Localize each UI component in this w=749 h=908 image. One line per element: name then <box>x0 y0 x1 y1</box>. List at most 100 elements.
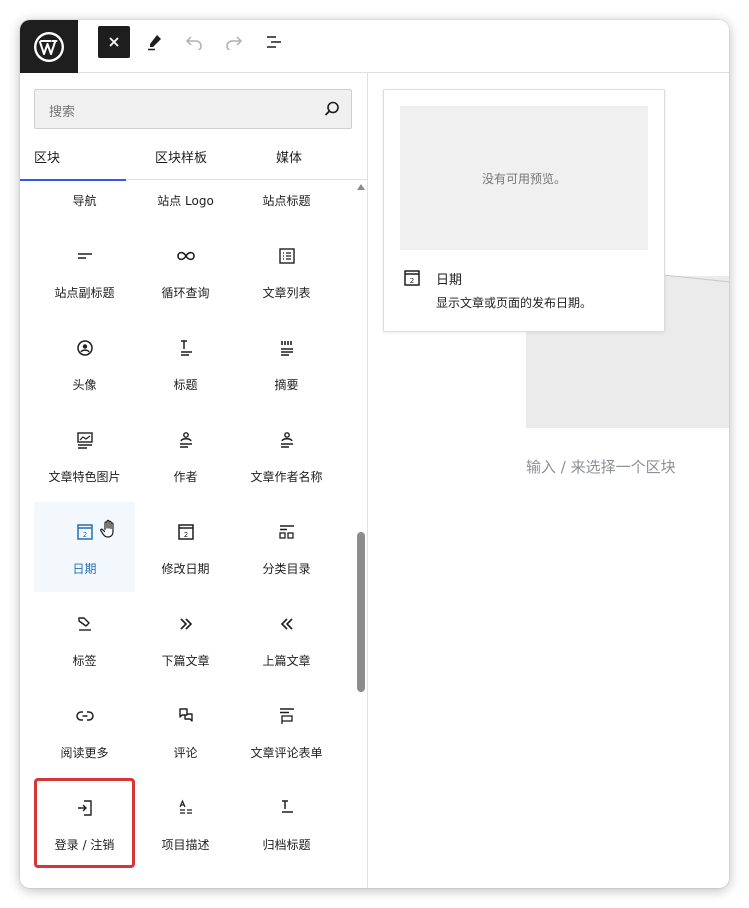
block-item-categories[interactable]: 分类目录 <box>236 502 337 592</box>
svg-text:2: 2 <box>183 531 187 539</box>
tab-patterns[interactable]: 区块样板 <box>126 138 236 180</box>
next-icon <box>174 612 198 636</box>
loop-icon <box>174 244 198 268</box>
block-label: 循环查询 <box>161 286 210 300</box>
block-item-query-loop[interactable]: 循环查询 <box>135 226 236 316</box>
block-label: 归档标题 <box>262 838 311 852</box>
block-label: 文章特色图片 <box>48 470 121 484</box>
svg-text:2: 2 <box>410 277 414 285</box>
block-item-date[interactable]: 2 日期 <box>34 502 135 592</box>
block-label: 上篇文章 <box>262 654 311 668</box>
block-item-navigation[interactable]: 导航 <box>34 180 135 224</box>
hand-cursor-icon <box>98 518 120 544</box>
block-list-scrollbar[interactable] <box>356 180 366 888</box>
block-label: 摘要 <box>274 378 299 392</box>
block-label: 导航 <box>72 194 97 208</box>
search-placeholder: 搜索 <box>49 105 76 120</box>
categories-icon <box>275 520 299 544</box>
block-item-read-more[interactable]: 阅读更多 <box>34 686 135 776</box>
block-inserter-panel: 搜索 区块 区块样板 媒体 导航 站点 Logo 站点标题 站点副标题 循环查询… <box>20 73 368 888</box>
block-list: 导航 站点 Logo 站点标题 站点副标题 循环查询 文章列表 头像 标题 摘要… <box>20 180 356 888</box>
block-item-login-logout[interactable]: 登录 / 注销 <box>34 778 135 868</box>
search-icon <box>323 100 341 122</box>
login-icon <box>73 796 97 820</box>
block-item-site-tagline[interactable]: 站点副标题 <box>34 226 135 316</box>
svg-text:2: 2 <box>82 531 86 539</box>
site-tagline-icon <box>73 244 97 268</box>
close-inserter-button[interactable] <box>98 26 130 58</box>
block-item-tags[interactable]: 标签 <box>34 594 135 684</box>
block-item-featured-image[interactable]: 文章特色图片 <box>34 410 135 500</box>
block-item-site-title[interactable]: 站点标题 <box>236 180 337 224</box>
editor-window: 搜索 区块 区块样板 媒体 导航 站点 Logo 站点标题 站点副标题 循环查询… <box>20 20 729 888</box>
preview-area: 没有可用预览。 <box>400 106 648 250</box>
preview-description: 显示文章或页面的发布日期。 <box>436 296 593 310</box>
block-item-archive-title[interactable]: 归档标题 <box>236 778 337 868</box>
block-label: 登录 / 注销 <box>54 838 115 852</box>
calendar-icon: 2 <box>402 268 422 292</box>
block-item-post-title[interactable]: 标题 <box>135 318 236 408</box>
block-item-author-name[interactable]: 文章作者名称 <box>236 410 337 500</box>
calendar-icon: 2 <box>73 520 97 544</box>
wordpress-logo-icon <box>34 31 64 62</box>
block-item-comments[interactable]: 评论 <box>135 686 236 776</box>
block-label: 标题 <box>173 378 198 392</box>
block-label: 项目描述 <box>161 838 210 852</box>
redo-button[interactable] <box>218 26 250 58</box>
tab-media[interactable]: 媒体 <box>236 138 342 180</box>
close-icon <box>109 37 119 47</box>
block-item-avatar[interactable]: 头像 <box>34 318 135 408</box>
link-icon <box>73 704 97 728</box>
redo-icon <box>226 36 243 50</box>
undo-button[interactable] <box>178 26 210 58</box>
block-item-previous-post[interactable]: 上篇文章 <box>236 594 337 684</box>
block-label: 头像 <box>72 378 97 392</box>
wordpress-logo-button[interactable] <box>20 20 78 73</box>
post-title-icon <box>174 336 198 360</box>
previous-icon <box>275 612 299 636</box>
document-overview-button[interactable] <box>258 26 290 58</box>
block-label: 分类目录 <box>262 562 311 576</box>
block-item-author[interactable]: 作者 <box>135 410 236 500</box>
tab-blocks[interactable]: 区块 <box>20 138 126 181</box>
author-name-icon <box>275 428 299 452</box>
block-label: 标签 <box>72 654 97 668</box>
term-description-icon <box>174 796 198 820</box>
tag-icon <box>73 612 97 636</box>
block-label: 站点副标题 <box>54 286 115 300</box>
author-icon <box>174 428 198 452</box>
block-label: 日期 <box>72 562 97 576</box>
pencil-icon <box>148 35 161 51</box>
block-item-next-post[interactable]: 下篇文章 <box>135 594 236 684</box>
block-label: 站点标题 <box>262 194 311 208</box>
search-input[interactable]: 搜索 <box>34 89 352 129</box>
undo-icon <box>185 36 202 50</box>
preview-title: 日期 <box>436 273 463 288</box>
block-label: 文章作者名称 <box>250 470 323 484</box>
block-label: 文章评论表单 <box>250 746 323 760</box>
block-item-modified-date[interactable]: 2 修改日期 <box>135 502 236 592</box>
tools-button[interactable] <box>138 26 170 58</box>
default-block-appender[interactable]: 输入 / 来选择一个区块 <box>526 456 676 477</box>
block-item-post-list[interactable]: 文章列表 <box>236 226 337 316</box>
block-item-comment-form[interactable]: 文章评论表单 <box>236 686 337 776</box>
no-preview-text: 没有可用预览。 <box>481 172 566 186</box>
block-label: 评论 <box>173 746 198 760</box>
block-item-term-description[interactable]: 项目描述 <box>135 778 236 868</box>
featured-image-icon <box>73 428 97 452</box>
block-label: 修改日期 <box>161 562 210 576</box>
scroll-thumb[interactable] <box>357 532 365 692</box>
archive-title-icon <box>275 796 299 820</box>
block-item-site-logo[interactable]: 站点 Logo <box>135 180 236 224</box>
calendar-icon: 2 <box>174 520 198 544</box>
block-preview-card: 没有可用预览。 2 日期 显示文章或页面的发布日期。 <box>383 89 665 332</box>
block-label: 下篇文章 <box>161 654 210 668</box>
block-label: 作者 <box>173 470 198 484</box>
block-item-excerpt[interactable]: 摘要 <box>236 318 337 408</box>
scroll-up-arrow-icon[interactable] <box>357 184 365 190</box>
avatar-icon <box>73 336 97 360</box>
comment-form-icon <box>275 704 299 728</box>
block-label: 文章列表 <box>262 286 311 300</box>
block-label: 站点 Logo <box>157 194 214 208</box>
excerpt-icon <box>275 336 299 360</box>
